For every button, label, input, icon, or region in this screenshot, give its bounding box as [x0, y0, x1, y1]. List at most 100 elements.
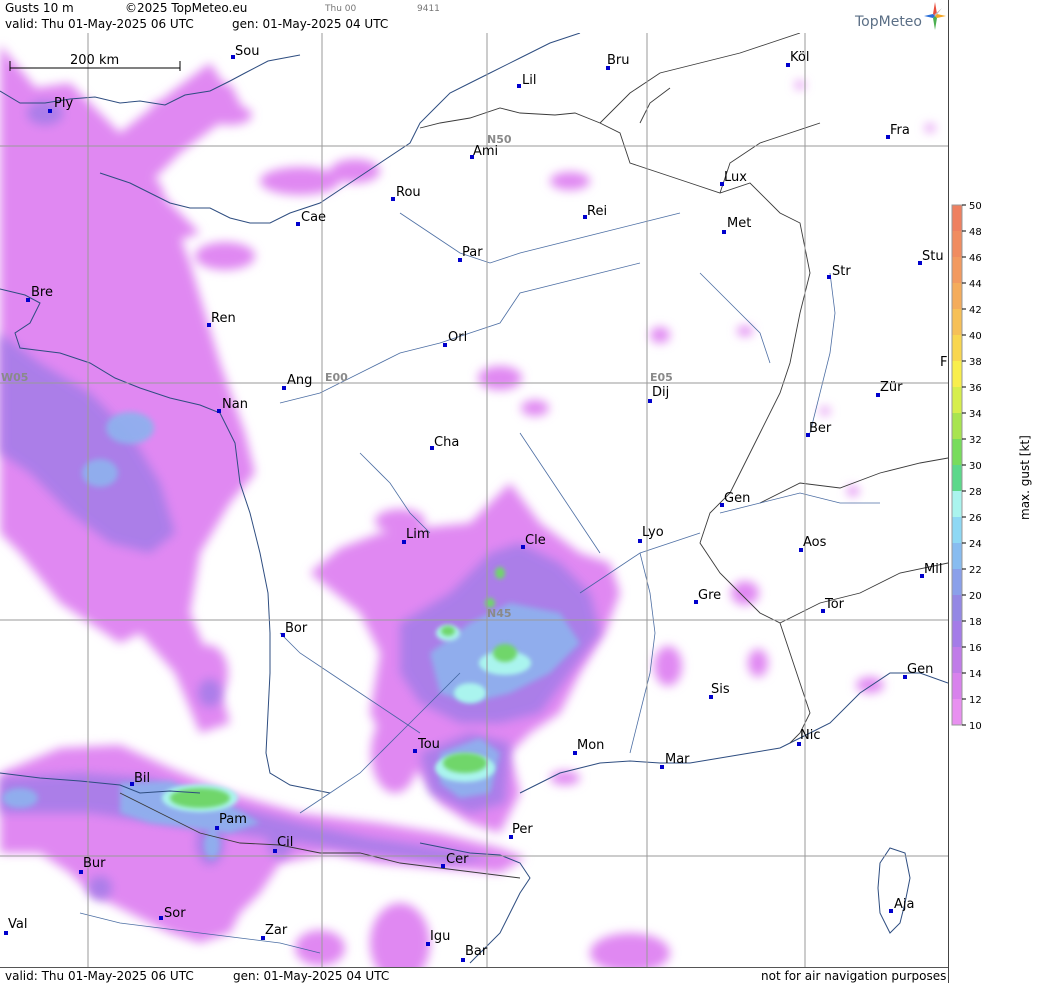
city-label: Nic: [800, 728, 820, 743]
legend-swatch: [952, 413, 962, 439]
legend-tick-label: 46: [969, 253, 982, 264]
legend-swatch: [952, 283, 962, 309]
city-label: Bre: [31, 285, 53, 300]
grid-label-e05: E05: [650, 371, 673, 384]
city-label: Ang: [287, 373, 312, 388]
brand-logo-text: TopMeteo: [855, 14, 922, 30]
disclaimer-text: not for air navigation purposes: [761, 969, 947, 983]
city-label: Par: [462, 245, 483, 260]
map-canvas: N50 N45 E00 E05 W05 200 km Sou Bru Köl L…: [0, 33, 948, 967]
legend-swatch: [952, 569, 962, 595]
legend-tick-label: 42: [969, 305, 982, 316]
city-label: Bur: [83, 856, 106, 871]
legend-tick-label: 26: [969, 513, 982, 524]
city-label: Stu: [922, 249, 944, 264]
legend-tick-label: 10: [969, 721, 982, 732]
legend-tick-label: 44: [969, 279, 982, 290]
city-label: Orl: [448, 330, 467, 345]
city-label: Tou: [417, 737, 440, 752]
legend-tick-label: 30: [969, 461, 982, 472]
legend-ticks: 50 48 46 44 42 40 38 36 34 32 30 28 26 24 22 20 18 16 14 12…: [962, 201, 982, 732]
city-label: Sou: [235, 44, 259, 59]
legend-swatch: [952, 647, 962, 673]
city-label: Rei: [587, 204, 607, 219]
grid-label-e00: E00: [325, 371, 348, 384]
city-label: Ren: [211, 311, 236, 326]
city-label: Cer: [446, 852, 469, 867]
legend-swatch: [952, 335, 962, 361]
city-label: Nan: [222, 397, 248, 412]
city-label: Tor: [824, 597, 845, 612]
legend-tick-label: 14: [969, 669, 982, 680]
city-label: Cha: [434, 435, 459, 450]
city-label: Lil: [522, 73, 536, 88]
legend-swatch: [952, 361, 962, 387]
city-label: Zür: [880, 380, 903, 395]
map-header: Gusts 10 m ©2025 TopMeteo.eu Thu 00 9411…: [0, 0, 948, 33]
legend-swatch: [952, 517, 962, 543]
valid-time: valid: Thu 01-May-2025 06 UTC: [5, 17, 194, 31]
city-label: F: [940, 355, 947, 370]
legend-swatch: [952, 543, 962, 569]
copyright-text: ©2025 TopMeteo.eu: [125, 1, 248, 15]
compass-star-icon: [924, 2, 946, 30]
city-label: Ami: [473, 144, 498, 159]
grid-label-w05: W05: [1, 371, 28, 384]
city-label: Dij: [652, 385, 669, 400]
city-label: Cae: [301, 210, 326, 225]
legend-swatch: [952, 621, 962, 647]
id-code: 9411: [417, 4, 440, 14]
city-label: Zar: [265, 923, 288, 938]
city-label: Gen: [907, 662, 933, 677]
city-label: Lyo: [642, 525, 664, 540]
city-label: Val: [8, 917, 27, 932]
city-label: Igu: [430, 929, 450, 944]
legend-swatch: [952, 231, 962, 257]
product-title: Gusts 10 m: [5, 1, 74, 15]
city-label: Ber: [809, 421, 832, 436]
legend-tick-label: 16: [969, 643, 982, 654]
legend-swatch: [952, 309, 962, 335]
legend-tick-label: 28: [969, 487, 982, 498]
legend-tick-label: 32: [969, 435, 982, 446]
city-label: Sor: [164, 906, 186, 921]
city-label: Bru: [607, 53, 630, 68]
scale-bar: 200 km: [9, 53, 181, 71]
legend-swatch: [952, 465, 962, 491]
legend-swatch: [952, 491, 962, 517]
legend-swatch: [952, 257, 962, 283]
legend-swatch: [952, 439, 962, 465]
city-label: Lim: [406, 527, 430, 542]
city-label: Cle: [525, 533, 546, 548]
city-label: Gre: [698, 588, 721, 603]
footer-valid-time: valid: Thu 01-May-2025 06 UTC: [5, 969, 194, 983]
gust-field-layer: [0, 45, 935, 967]
city-label: Str: [832, 264, 851, 279]
city-label: Sis: [711, 682, 730, 697]
legend-tick-label: 36: [969, 383, 982, 394]
legend-tick-label: 34: [969, 409, 982, 420]
city-label: Aos: [803, 535, 827, 550]
city-label: Pam: [219, 812, 247, 827]
footer-generated-time: gen: 01-May-2025 04 UTC: [233, 969, 390, 983]
legend-swatch: [952, 595, 962, 621]
city-label: Ply: [54, 96, 73, 111]
city-label: Met: [727, 216, 751, 231]
legend-colorbar: 50 48 46 44 42 40 38 36 34 32 30 28 26 24 22 20 18 16 14 12…: [951, 201, 1032, 732]
run-code: Thu 00: [325, 4, 357, 14]
legend-swatch: [952, 205, 962, 231]
generated-time: gen: 01-May-2025 04 UTC: [232, 17, 389, 31]
city-label: Gen: [724, 491, 750, 506]
city-label: Cil: [277, 835, 293, 850]
map-footer: valid: Thu 01-May-2025 06 UTC gen: 01-Ma…: [0, 967, 948, 984]
legend-tick-label: 12: [969, 695, 982, 706]
city-label: Per: [512, 822, 533, 837]
legend-tick-label: 40: [969, 331, 982, 342]
legend-tick-label: 50: [969, 201, 982, 212]
legend-tick-label: 18: [969, 617, 982, 628]
city-label: Fra: [890, 123, 910, 138]
legend-tick-label: 38: [969, 357, 982, 368]
gust-map: N50 N45 E00 E05 W05 200 km Sou Bru Köl L…: [0, 33, 948, 967]
city-label: Mon: [577, 738, 604, 753]
legend-tick-label: 24: [969, 539, 982, 550]
